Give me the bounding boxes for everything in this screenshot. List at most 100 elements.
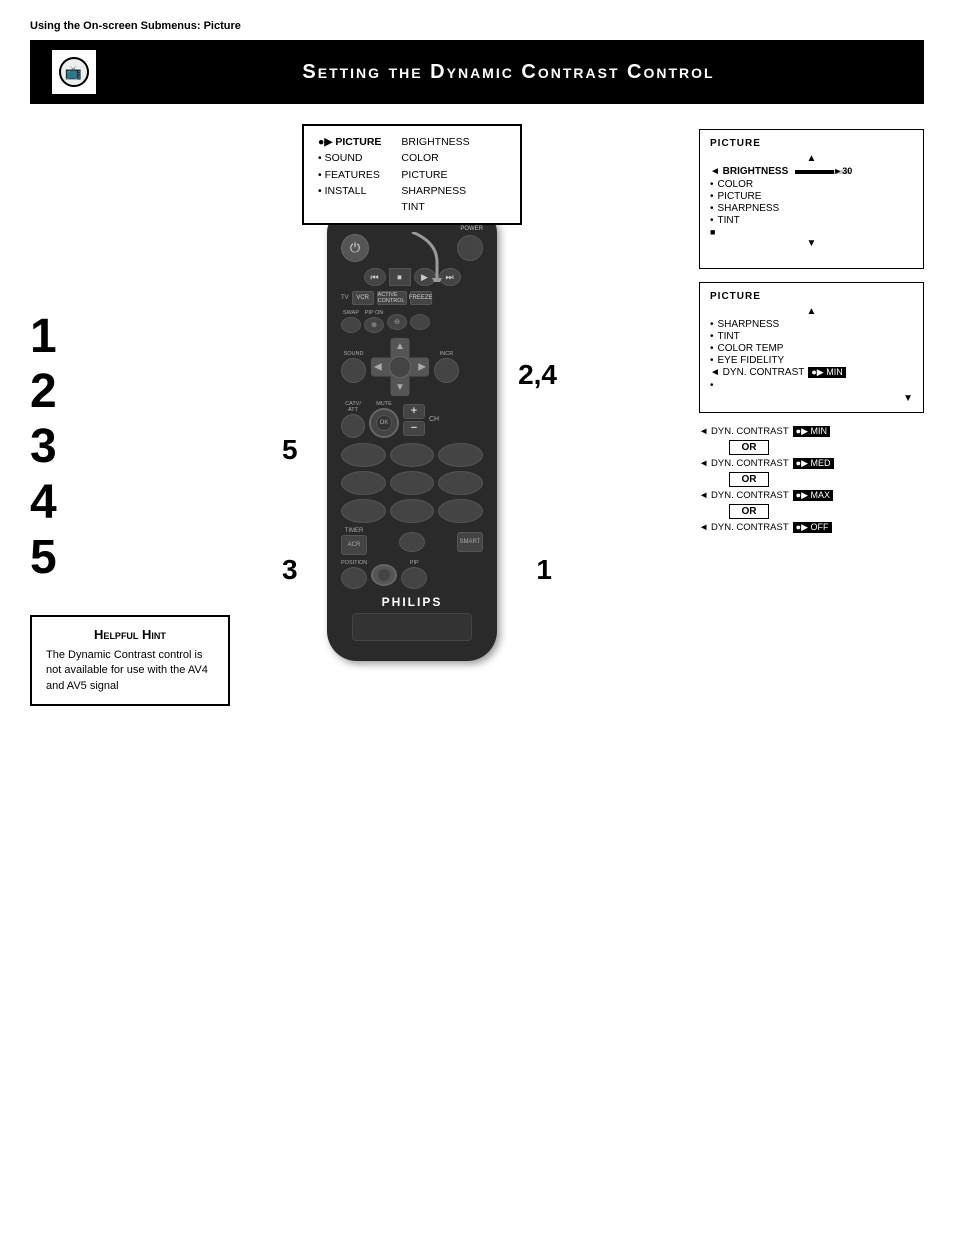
or-box-2: OR — [729, 472, 769, 487]
sound-button[interactable] — [341, 358, 366, 383]
brightness-bar: ►30 — [795, 170, 850, 174]
pip2-button[interactable] — [401, 567, 427, 589]
pip-off-button[interactable]: ⊖ — [387, 314, 407, 330]
dyn-off-row: ◄ DYN. CONTRAST ●▶ OFF — [699, 522, 924, 533]
menu-item-sound: • SOUND — [318, 150, 381, 166]
incr-label: INCR — [440, 351, 453, 357]
menu-item-install: • INSTALL — [318, 183, 381, 199]
plus-minus-group: + − — [403, 404, 425, 436]
nav-cross: ▲ ▼ ◀ ▶ — [371, 338, 429, 396]
pip-on-group: PIP ON ⊕ — [364, 310, 384, 333]
num-btn-7[interactable] — [341, 499, 386, 523]
smart-group: SMART — [457, 531, 483, 552]
tint-bullet-2: • — [710, 331, 714, 342]
pip-on-button[interactable]: ⊕ — [364, 317, 384, 333]
position-group: POSITION — [341, 560, 367, 589]
menu-right-sharpness: SHARPNESS — [401, 183, 469, 199]
dyn-med-row: ◄ DYN. CONTRAST ●▶ MED — [699, 458, 924, 469]
nav-right-arrow[interactable]: ▶ — [418, 362, 426, 373]
onscreen-menu: ●▶ PICTURE • SOUND • FEATURES • INSTALL … — [302, 124, 522, 225]
num-btn-8[interactable] — [390, 499, 435, 523]
brightness-item: ◄ BRIGHTNESS ►30 — [710, 166, 913, 177]
dyn-contrast-value-min: ●▶ MIN — [808, 367, 845, 378]
ok-group: MUTE OK — [369, 401, 399, 438]
pip2-group: PIP — [401, 560, 427, 589]
dyn-min-value: ●▶ MIN — [793, 426, 830, 437]
acr-button[interactable]: ACR — [341, 535, 367, 555]
picture-label: PICTURE — [718, 191, 762, 202]
sound-label: SOUND — [344, 351, 364, 357]
nav-up-arrow[interactable]: ▲ — [395, 341, 405, 352]
mute2-label: MUTE — [376, 401, 392, 407]
position-button[interactable] — [341, 567, 367, 589]
ok-button-area[interactable]: OK — [369, 408, 399, 438]
scroll-down-2: ▼ — [710, 393, 913, 404]
pip-move-group — [410, 313, 430, 330]
color-label: COLOR — [718, 179, 754, 190]
catv-button[interactable] — [341, 414, 365, 438]
sharpness-item-1: • SHARPNESS — [710, 203, 913, 214]
dyn-max-label: ◄ DYN. CONTRAST — [699, 490, 789, 501]
catv-group: CATV/ATT — [341, 401, 365, 438]
nav-left-arrow[interactable]: ◀ — [374, 362, 382, 373]
dyn-min-label: ◄ DYN. CONTRAST — [699, 426, 789, 437]
ok2-button[interactable] — [371, 564, 397, 586]
num-btn-5[interactable] — [390, 471, 435, 495]
sharpness-bullet-1: • — [710, 203, 714, 214]
swap-button[interactable] — [341, 317, 361, 333]
step-label-1: 1 — [536, 554, 552, 586]
position-label: POSITION — [341, 560, 367, 566]
pip-move-button[interactable] — [410, 314, 430, 330]
ok2-inner — [377, 568, 391, 582]
dyn-contrast-options: ◄ DYN. CONTRAST ●▶ MIN OR ◄ DYN. CONTRAS… — [699, 426, 924, 533]
picture-bullet: • — [710, 191, 714, 202]
page-title: Setting the Dynamic Contrast Control — [113, 61, 904, 84]
sound-group: SOUND — [341, 351, 366, 383]
num-btn-4[interactable] — [341, 471, 386, 495]
dyn-contrast-arrow: ◄ DYN. CONTRAST — [710, 367, 804, 378]
extra-btn-1[interactable] — [399, 532, 425, 552]
dyn-off-value: ●▶ OFF — [793, 522, 832, 533]
source-row: TV VCR ACTIVE CONTROL FREEZE — [341, 291, 483, 305]
position-row: POSITION PIP — [341, 560, 483, 589]
smart-button[interactable]: SMART — [457, 532, 483, 552]
scroll-up-1: ▲ — [710, 153, 913, 164]
plus-button[interactable]: + — [403, 404, 425, 419]
tint-item-2: • TINT — [710, 331, 913, 342]
freeze-button[interactable]: FREEZE — [410, 291, 432, 305]
step-4: 4 — [30, 475, 125, 530]
or-box-1: OR — [729, 440, 769, 455]
minus-button[interactable]: − — [403, 421, 425, 436]
nav-center[interactable] — [389, 356, 411, 378]
num-btn-9[interactable] — [438, 499, 483, 523]
number-grid — [341, 443, 483, 523]
num-btn-6[interactable] — [438, 471, 483, 495]
mute-button[interactable] — [434, 358, 459, 383]
standby-button[interactable]: ⏻ — [341, 234, 369, 262]
eye-fidelity-item: • EYE FIDELITY — [710, 355, 913, 366]
swap-label: SWAP — [343, 310, 359, 316]
num-btn-3[interactable] — [438, 443, 483, 467]
menu-right-brightness: BRIGHTNESS — [401, 134, 469, 150]
step-label-3: 3 — [282, 554, 298, 586]
catv-label: CATV/ATT — [345, 401, 361, 413]
timer-row: TIMER ACR SMART — [341, 528, 483, 555]
pip-on-label: PIP ON — [365, 310, 384, 316]
active-control-button[interactable]: ACTIVE CONTROL — [377, 291, 407, 305]
brightness-label: ◄ BRIGHTNESS — [710, 166, 788, 177]
tint-label-1: TINT — [718, 215, 740, 226]
timer-group: TIMER ACR — [341, 528, 367, 555]
vcr-button[interactable]: VCR — [352, 291, 374, 305]
num-btn-2[interactable] — [390, 443, 435, 467]
num-btn-1[interactable] — [341, 443, 386, 467]
scroll-down-1: ▼ — [710, 238, 913, 249]
picture-menu-2: PICTURE ▲ • SHARPNESS • TINT • COLOR TEM… — [699, 282, 924, 413]
catv-row: CATV/ATT MUTE OK — [341, 401, 483, 438]
dyn-contrast-item: ◄ DYN. CONTRAST ●▶ MIN — [710, 367, 913, 378]
dyn-off-label: ◄ DYN. CONTRAST — [699, 522, 789, 533]
color-item: • COLOR — [710, 179, 913, 190]
power-button[interactable] — [457, 235, 483, 261]
nav-down-arrow[interactable]: ▼ — [395, 382, 405, 393]
tint-item-1: • TINT — [710, 215, 913, 226]
philips-logo: PHILIPS — [341, 595, 483, 609]
